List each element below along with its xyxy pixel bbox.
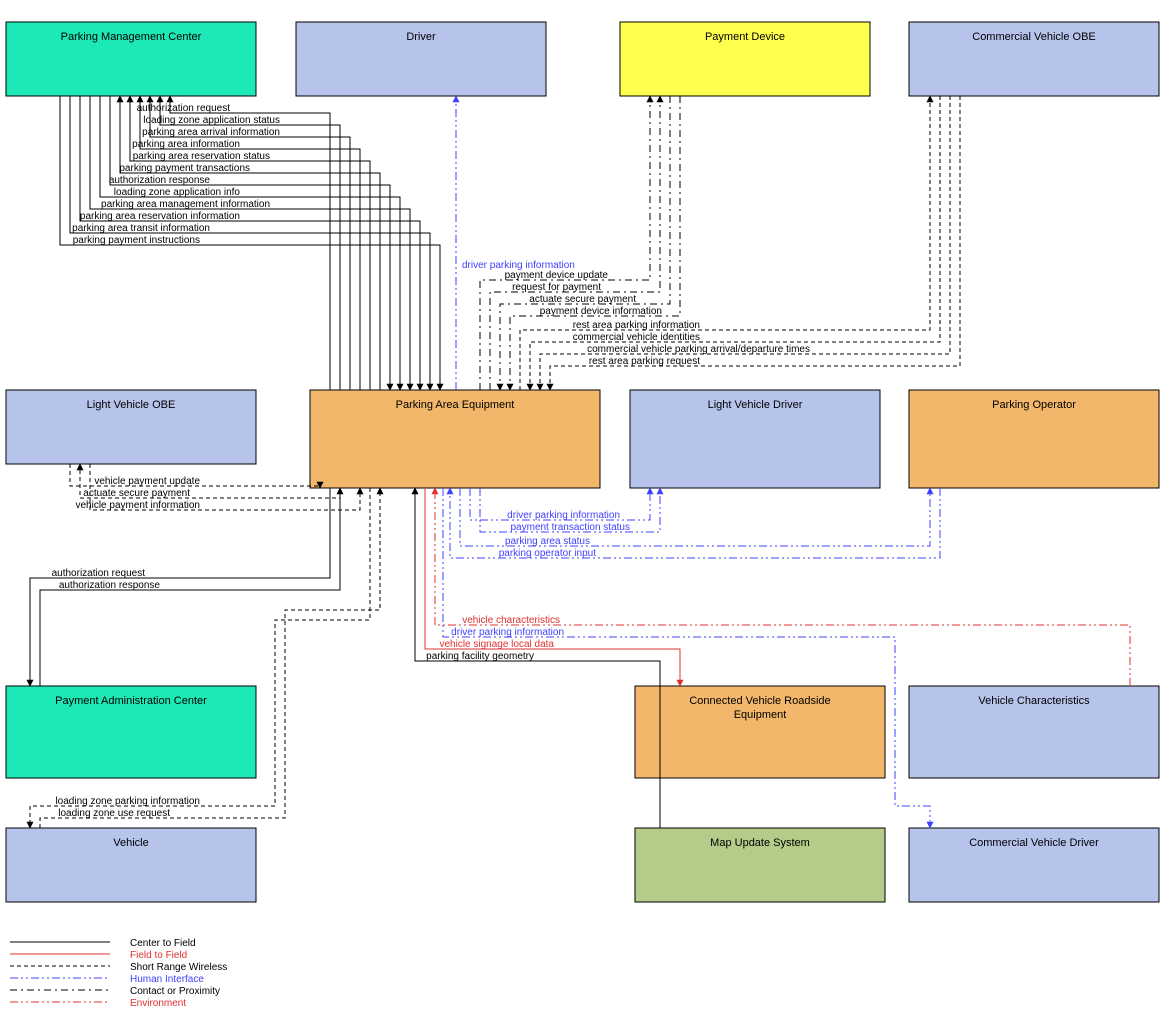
flow-lvdrv-0: driver parking information	[507, 510, 620, 521]
lbl-mus: Map Update System	[710, 837, 810, 849]
flow-mus: parking facility geometry	[426, 651, 534, 662]
legend-5: Environment	[130, 998, 186, 1009]
legend-1: Field to Field	[130, 950, 187, 961]
flow-cv-2: commercial vehicle parking arrival/depar…	[587, 344, 810, 355]
flow-pop-0: parking area status	[505, 536, 590, 547]
flow-pay-1: request for payment	[512, 282, 601, 293]
flow-pmc-7: loading zone application info	[114, 187, 241, 198]
legend-4: Contact or Proximity	[130, 986, 220, 997]
flow-lvdrv-1: payment transaction status	[510, 522, 630, 533]
lbl-vChar: Vehicle Characteristics	[978, 695, 1090, 707]
lbl-cvre2: Equipment	[734, 709, 787, 721]
flow-pmc-5: parking payment transactions	[119, 163, 250, 174]
flow-pmc-0: authorization request	[137, 103, 231, 114]
flow-pmc-11: parking payment instructions	[73, 235, 200, 246]
flow-cv-1: commercial vehicle identities	[573, 332, 700, 343]
flow-pop-1: parking operator input	[499, 548, 597, 559]
lbl-pac: Payment Administration Center	[55, 695, 207, 707]
flow-cvre: vehicle signage local data	[439, 639, 554, 650]
lbl-cvDrv: Commercial Vehicle Driver	[969, 837, 1099, 849]
flow-lvobe-1: actuate secure payment	[83, 488, 190, 499]
lbl-pOp: Parking Operator	[992, 399, 1076, 411]
flow-pmc-1: loading zone application status	[143, 115, 280, 126]
flow-vchar: vehicle characteristics	[462, 615, 560, 626]
legend: Center to Field Field to Field Short Ran…	[10, 938, 227, 1009]
flow-pmc-2: parking area arrival information	[142, 127, 280, 138]
flow-lvobe-0: vehicle payment update	[94, 476, 200, 487]
flow-pmc-6: authorization response	[109, 175, 211, 186]
flow-cvdrv: driver parking information	[451, 627, 564, 638]
flow-cv-0: rest area parking information	[573, 320, 700, 331]
lbl-lvDrv: Light Vehicle Driver	[708, 399, 803, 411]
flow-pay-2: actuate secure payment	[529, 294, 636, 305]
flow-pay-3: payment device information	[540, 306, 662, 317]
lbl-payDev: Payment Device	[705, 31, 785, 43]
flow-lvobe-2: vehicle payment information	[75, 500, 200, 511]
lbl-lvObe: Light Vehicle OBE	[87, 399, 176, 411]
flow-cv-3: rest area parking request	[589, 356, 700, 367]
lbl-cvObe: Commercial Vehicle OBE	[972, 31, 1096, 43]
flow-veh-0: loading zone parking information	[55, 796, 200, 807]
flow-pac-1: authorization response	[59, 580, 161, 591]
legend-3: Human Interface	[130, 974, 204, 985]
flow-pmc-4: parking area reservation status	[133, 151, 270, 162]
flow-veh-1: loading zone use request	[58, 808, 170, 819]
lbl-pae: Parking Area Equipment	[396, 399, 515, 411]
flow-pay-0: payment device update	[505, 270, 609, 281]
legend-0: Center to Field	[130, 938, 196, 949]
lbl-pmc: Parking Management Center	[61, 31, 202, 43]
flow-pmc-9: parking area reservation information	[80, 211, 240, 222]
flow-pmc-8: parking area management information	[101, 199, 270, 210]
lbl-driver: Driver	[406, 31, 436, 43]
lbl-veh: Vehicle	[113, 837, 148, 849]
lbl-cvre1: Connected Vehicle Roadside	[689, 695, 830, 707]
flow-pmc-3: parking area information	[132, 139, 240, 150]
flow-pac-0: authorization request	[52, 568, 146, 579]
legend-2: Short Range Wireless	[130, 962, 227, 973]
flow-pmc-10: parking area transit information	[72, 223, 210, 234]
